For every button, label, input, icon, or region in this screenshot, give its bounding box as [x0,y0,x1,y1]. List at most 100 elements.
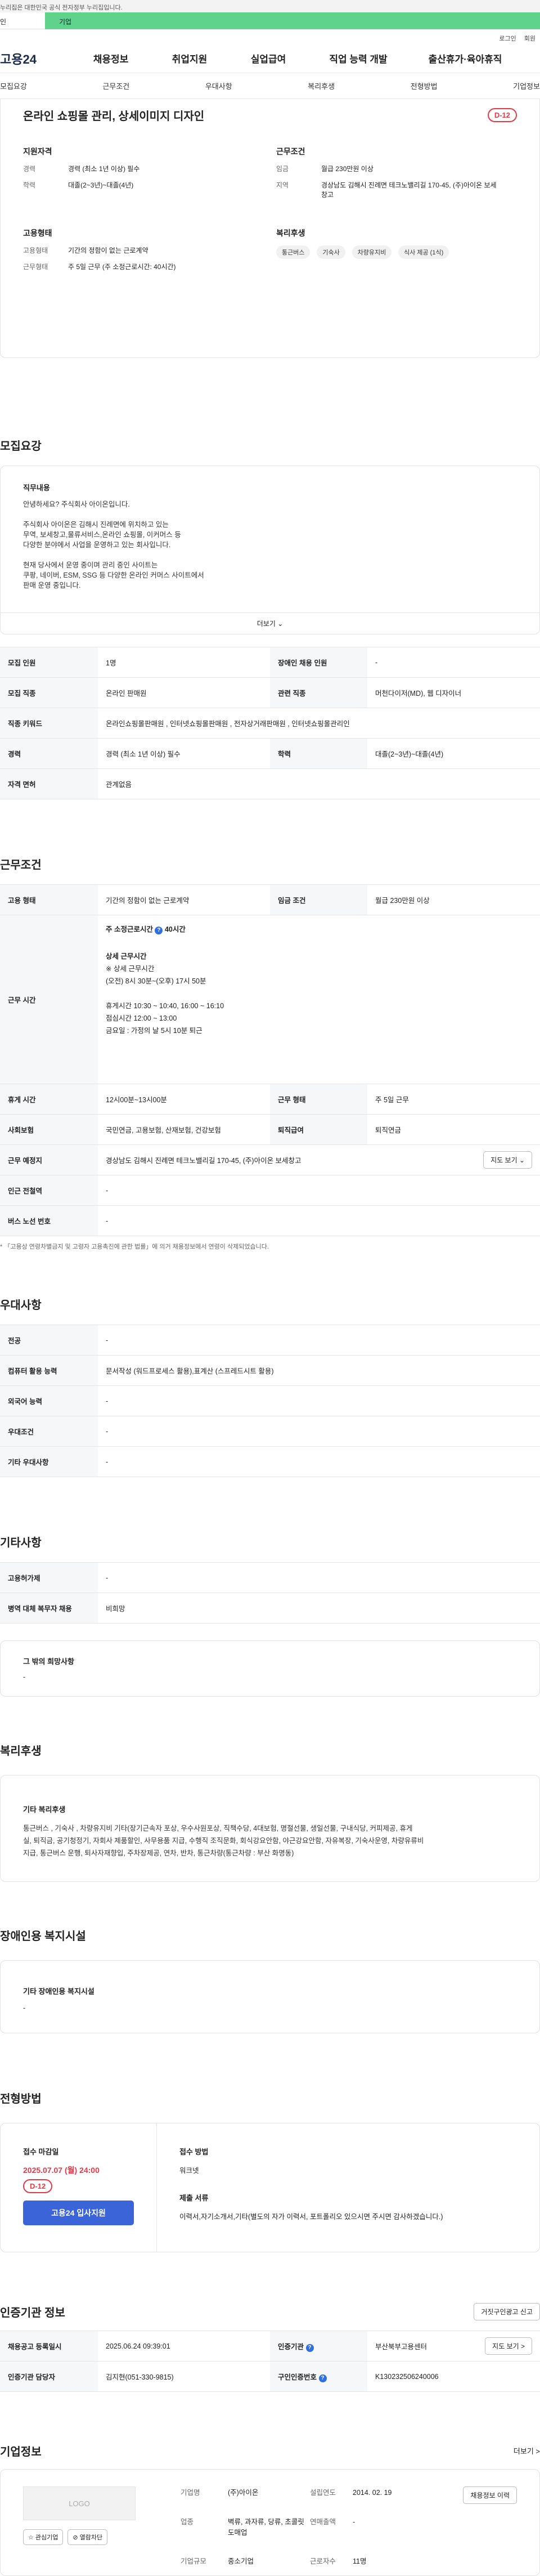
block-company-button[interactable]: ⊘ 열람차단 [68,2529,108,2545]
job-description-card: 직무내용 안녕하세요? 주식회사 아이온입니다. 주식회사 아이온은 김해시 진… [0,466,540,634]
qual-career: 경력 경력 (최소 1년 이상) 필수 [23,165,140,173]
pref-section: 우대사항 전공 - 컴퓨터 활용 능력 문서작성 (워드프로세스 활용),표계산 (… [0,1296,540,1477]
cond-wage: 임금 월급 230만원 이상 [276,165,374,173]
screening-title: 전형방법 [0,2093,42,2105]
job-title: 온라인 쇼핑몰 관리, 상세이미지 디자인 [23,110,205,123]
emp-shift: 근무형태 주 5일 근무 (주 소정근로시간: 40시간) [23,263,176,271]
company-more-link[interactable]: 더보기 > [514,2445,540,2456]
recruit-title: 모집요강 [0,440,42,453]
etc-table: 고용허가제 - 병역 대체 복무자 채용 비희망 [0,1562,540,1624]
signup-link[interactable]: 회원 [524,34,536,44]
work-title: 근무조건 [0,859,42,871]
apply-button[interactable]: 고용24 입사지원 [23,2201,134,2225]
info-icon[interactable]: ? [155,927,163,934]
map-view-button[interactable]: 지도 보기 ⌄ [483,1151,532,1169]
benefit-card: 기타 복리후생 통근버스 , 기숙사 , 차량유지비 기타(장기근속자 포상, … [0,1775,540,1882]
pref-table: 전공 - 컴퓨터 활용 능력 문서작성 (워드프로세스 활용),표계산 (스프레드시… [0,1325,540,1477]
disabled-card: 기타 장애인용 복지시설 - [0,1960,540,2033]
table-row: 전공 - [0,1325,540,1356]
table-row: 고용 형태 기간의 정함이 없는 근로계약 임금 조건 월급 230만원 이상 [0,884,540,915]
benefit-section: 복리후생 기타 복리후생 통근버스 , 기숙사 , 차량유지비 기타(장기근속자… [0,1742,540,1882]
welfare-pill: 식사 제공 (1식) [398,245,449,259]
hiring-history-button[interactable]: 채용정보 이력 [463,2486,517,2504]
table-row: 우대조건 - [0,1416,540,1447]
info-icon[interactable]: ? [305,2344,314,2352]
anchor-work[interactable]: 근무조건 [102,80,129,91]
age-note: * 「고용상 연령차별금지 및 고령자 고용촉진에 관한 법률」에 의거 채용정… [0,1244,269,1250]
global-nav: 고용24 채용정보 취업지원 실업급여 직업 능력 개발 출산휴가·육아휴직 [0,44,540,73]
table-row: 외국어 능력 - [0,1385,540,1416]
anchor-recruit[interactable]: 모집요강 [0,80,27,91]
info-icon[interactable]: ? [318,2374,327,2382]
table-row: 모집 직종 온라인 판매원 관련 직종 머천다이저(MD), 웹 디자이너 [0,677,540,708]
disabled-section: 장애인용 복지시설 기타 장애인용 복지시설 - [0,1927,540,2033]
company-card: LOGO ☆ 관심기업 ⊘ 열람차단 기업명 (주)아이온 설립연도 2014. 0… [0,2469,540,2576]
gnb-item-jobs[interactable]: 채용정보 [71,51,150,65]
wish-card: 그 밖의 희망사항 - [0,1640,540,1697]
table-row: 자격 면허 관계없음 [0,768,540,799]
table-row: 고용허가제 - [0,1562,540,1593]
report-fake-ad-button[interactable]: 거짓구인광고 신고 [474,2303,540,2320]
recruit-section: 모집요강 직무내용 안녕하세요? 주식회사 아이온입니다. 주식회사 아이온은 … [0,437,540,799]
job-description-text: 안녕하세요? 주식회사 아이온입니다. 주식회사 아이온은 김해시 진례면에 위… [23,500,204,589]
job-summary-card: 온라인 쇼핑몰 관리, 상세이미지 디자인 D-12 지원자격 경력 경력 (최소… [0,99,540,358]
benefit-title: 복리후생 [0,1745,42,1757]
table-row: 병역 대체 복무자 채용 비희망 [0,1593,540,1624]
dday-badge: D-12 [487,108,517,122]
table-row: 기타 우대사항 - [0,1446,540,1477]
table-row: 근무 시간 주 소정근로시간 ? 40시간 상세 근무시간 ※ 상세 근무시간 … [0,915,540,1084]
more-button[interactable]: 더보기 ⌄ [1,612,539,634]
dday-badge: D-12 [23,2179,53,2193]
table-row: 채용공고 등록일시 2025.06.24 09:39:01 인증기관 ? 부산북… [0,2331,540,2362]
work-table: 고용 형태 기간의 정함이 없는 근로계약 임금 조건 월급 230만원 이상 근무 … [0,884,540,1236]
cond-location: 지역 경상남도 김해시 진례면 테크노밸리길 170-45, (주)아이온 보세창… [276,181,497,199]
gnb-item-parental-leave[interactable]: 출산휴가·육아휴직 [409,51,521,65]
work-hours-cell: 주 소정근로시간 ? 40시간 상세 근무시간 ※ 상세 근무시간 (오전) 8… [98,915,540,1084]
company-logo-placeholder: LOGO [23,2486,136,2520]
table-row: 컴퓨터 활용 능력 문서작성 (워드프로세스 활용),표계산 (스프레드시트 활용… [0,1355,540,1386]
disabled-title: 장애인용 복지시설 [0,1930,86,1943]
welfare-pill: 통근버스 [276,245,310,259]
deadline-panel: 접수 마감일 2025.07.07 (월) 24:00 D-12 고용24 입사… [1,2123,157,2252]
cert-title: 인증기관 정보 [0,2307,65,2319]
recruit-table: 모집 인원 1명 장애인 채용 인원 - 모집 직종 온라인 판매원 관련 직종 머천다이저… [0,647,540,799]
pref-title: 우대사항 [0,1299,42,1312]
anchor-benefit[interactable]: 복리후생 [308,80,335,91]
job-description-label: 직무내용 [23,484,50,492]
work-location: 경상남도 김해시 진례면 테크노밸리길 170-45, (주)아이온 보세창고 [106,1157,302,1165]
gnb-item-unemployment-benefit[interactable]: 실업급여 [229,51,308,65]
cond-heading: 근무조건 [276,147,305,156]
gnb-item-employment-support[interactable]: 취업지원 [150,51,229,65]
welfare-pills: 통근버스 기숙사 차량유지비 식사 제공 (1식) [276,245,517,259]
table-row: 근무 예정지 경상남도 김해시 진례면 테크노밸리길 170-45, (주)아이… [0,1144,540,1175]
etc-section: 기타사항 고용허가제 - 병역 대체 복무자 채용 비희망 그 밖의 희망사항 - [0,1533,540,1697]
site-logo[interactable]: 고용24 [0,50,71,68]
table-row: 경력 경력 (최소 1년 이상) 필수 학력 대졸(2~3년)~대졸(4년) [0,738,540,769]
utility-links: 로그인 회원 [0,29,540,44]
anchor-screening[interactable]: 전형방법 [411,80,438,91]
anchor-pref[interactable]: 우대사항 [205,80,232,91]
screening-section: 전형방법 접수 마감일 2025.07.07 (월) 24:00 D-12 고용… [0,2090,540,2252]
table-row: 인근 전철역 - [0,1175,540,1206]
company-title: 기업정보 [0,2446,42,2458]
welfare-heading: 복리후생 [276,229,305,238]
anchor-company[interactable]: 기업정보 [513,80,540,91]
table-row: 모집 인원 1명 장애인 채용 인원 - [0,647,540,678]
cert-table: 채용공고 등록일시 2025.06.24 09:39:01 인증기관 ? 부산북… [0,2331,540,2392]
section-anchor-nav: 모집요강 근무조건 우대사항 복리후생 전형방법 기업정보 [0,73,540,99]
table-row: 직종 키워드 온라인쇼핑몰판매원 , 인터넷쇼핑몰판매원 , 전자상거래판매원 ,… [0,708,540,739]
method-panel: 접수 방법 워크넷 제출 서류 이력서,자기소개서,기타(별도의 자가 이력서,… [179,2148,443,2221]
work-section: 근무조건 고용 형태 기간의 정함이 없는 근로계약 임금 조건 월급 230만원 이… [0,856,540,1251]
gnb-item-skills[interactable]: 직업 능력 개발 [308,51,409,65]
favorite-company-button[interactable]: ☆ 관심기업 [23,2529,64,2545]
login-link[interactable]: 로그인 [499,34,516,44]
tab-business[interactable]: 기업 [45,12,540,29]
table-row: 버스 노선 번호 - [0,1205,540,1236]
tab-individual[interactable]: 인 [0,12,45,29]
table-row: 인증기관 담당자 김지현(051-330-9815) 구인인증번호 ? K130… [0,2361,540,2392]
table-row: 휴게 시간 12시00분~13시00분 근무 형태 주 5일 근무 [0,1084,540,1115]
cert-section: 인증기관 정보 거짓구인광고 신고 채용공고 등록일시 2025.06.24 0… [0,2303,540,2392]
map-view-button[interactable]: 지도 보기 > [485,2337,532,2355]
company-fields: 기업명 (주)아이온 설립연도 2014. 02. 19 업종 벽류, 과자류, 당류… [181,2489,392,2566]
etc-title: 기타사항 [0,1537,42,1549]
